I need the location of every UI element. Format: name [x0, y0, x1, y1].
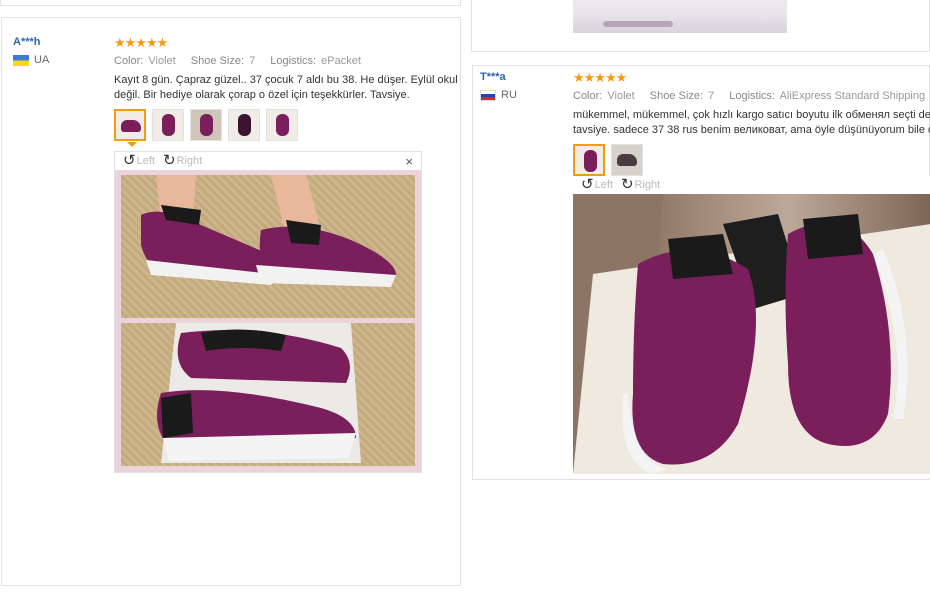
previous-review-card-right	[471, 0, 930, 52]
logistics-label: Logistics:	[270, 55, 317, 67]
review-card: A***h UA ★★★★★ Color: Violet Shoe Size: …	[1, 17, 461, 586]
star-rating: ★★★★★	[114, 35, 168, 50]
rotate-right-button[interactable]: Right	[177, 155, 203, 167]
photo-thumbnail[interactable]	[152, 109, 184, 141]
country-code: RU	[501, 89, 517, 101]
size-label: Shoe Size:	[190, 55, 244, 67]
review-text-line: değil. Bir hediye olarak çorap o özel iç…	[114, 89, 410, 101]
photo-viewer: ↺ Left ↻ Right	[573, 176, 930, 478]
star-rating: ★★★★★	[573, 70, 627, 85]
order-info: Color: Violet Shoe Size: 7 Logistics: Al…	[573, 90, 930, 102]
logistics-label: Logistics:	[729, 90, 776, 102]
color-value: Violet	[148, 55, 176, 67]
reviewer-name: T***a	[480, 71, 506, 83]
photo-thumbnail[interactable]	[573, 144, 605, 182]
photo-thumbnails	[573, 144, 930, 182]
rotate-left-button[interactable]: Left	[595, 179, 613, 191]
russia-flag-icon	[480, 89, 496, 101]
photo-thumbnail[interactable]	[190, 109, 222, 141]
review-text-line: Kayıt 8 gün. Çapraz güzel.. 37 çocuk 7 a…	[114, 74, 460, 86]
reviews-page: A***h UA ★★★★★ Color: Violet Shoe Size: …	[0, 0, 930, 612]
logistics-value: ePacket	[321, 55, 361, 67]
reviewer-info: T***a RU	[480, 71, 517, 101]
rotate-left-icon[interactable]: ↺	[581, 177, 594, 192]
review-photo[interactable]	[115, 170, 421, 472]
viewer-toolbar: ↺ Left ↻ Right ×	[115, 152, 421, 170]
ukraine-flag-icon	[13, 54, 29, 66]
photo-shoes-on-carpet	[121, 323, 415, 466]
review-card: T***a RU ★★★★★ Color: Violet Shoe Size: …	[472, 65, 930, 480]
color-value: Violet	[607, 90, 635, 102]
photo-thumbnail[interactable]	[114, 109, 146, 147]
reviewer-info: A***h UA	[13, 36, 49, 66]
rotate-right-icon[interactable]: ↻	[163, 153, 176, 168]
photo-thumbnail[interactable]	[228, 109, 260, 141]
photo-feet-on-carpet	[121, 175, 415, 318]
photo-thumbnail[interactable]	[266, 109, 298, 141]
viewer-toolbar: ↺ Left ↻ Right	[573, 176, 930, 194]
logistics-value: AliExpress Standard Shipping	[779, 90, 926, 102]
review-photo[interactable]	[573, 194, 930, 474]
review-text-line: mükemmel, mükemmel, çok hızlı kargo satı…	[573, 109, 930, 121]
size-label: Shoe Size:	[649, 90, 703, 102]
reviewer-country: RU	[480, 89, 517, 101]
close-icon[interactable]: ×	[405, 154, 413, 169]
size-value: 7	[708, 90, 715, 102]
rotate-right-button[interactable]: Right	[635, 179, 661, 191]
color-label: Color:	[114, 55, 144, 67]
reviewer-country: UA	[13, 54, 49, 66]
review-photo-partial[interactable]	[573, 0, 787, 33]
country-code: UA	[34, 54, 50, 66]
rotate-left-button[interactable]: Left	[137, 155, 155, 167]
rotate-left-icon[interactable]: ↺	[123, 153, 136, 168]
review-body: ★★★★★ Color: Violet Shoe Size: 7 Logisti…	[573, 70, 930, 182]
color-label: Color:	[573, 90, 603, 102]
review-text-line: tavsiye. sadece 37 38 rus benim великова…	[573, 124, 930, 136]
size-value: 7	[249, 55, 256, 67]
rotate-right-icon[interactable]: ↻	[621, 177, 634, 192]
order-info: Color: Violet Shoe Size: 7 Logistics: eP…	[114, 55, 460, 67]
reviewer-name: A***h	[13, 36, 41, 48]
previous-review-card	[0, 0, 461, 6]
photo-viewer: ↺ Left ↻ Right ×	[114, 151, 422, 473]
photo-thumbnail[interactable]	[611, 144, 643, 176]
review-body: ★★★★★ Color: Violet Shoe Size: 7 Logisti…	[114, 35, 460, 147]
photo-thumbnails	[114, 109, 460, 147]
